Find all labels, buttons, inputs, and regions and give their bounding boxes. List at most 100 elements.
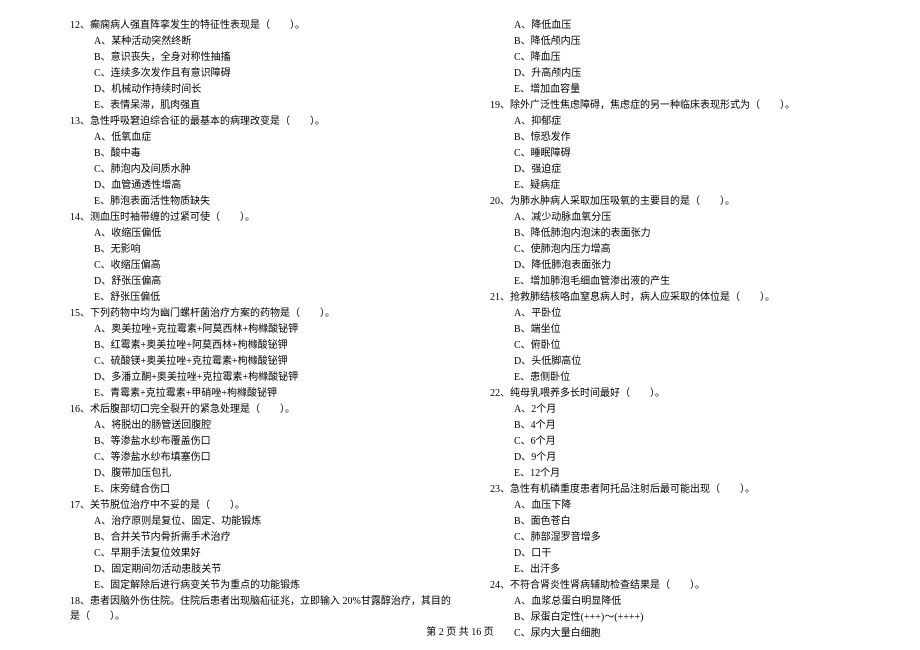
q18-opt-d: D、升高颅内压 — [514, 66, 880, 81]
q16-opt-a: A、将脱出的肠管送回腹腔 — [94, 418, 460, 433]
q19-opt-c: C、睡眠障碍 — [514, 146, 880, 161]
q22-opt-d: D、9个月 — [514, 450, 880, 465]
q19-opt-a: A、抑郁症 — [514, 114, 880, 129]
question-22: 22、纯母乳喂养多长时间最好（ ）。 A、2个月 B、4个月 C、6个月 D、9… — [490, 386, 880, 481]
q13-options: A、低氧血症 B、酸中毒 C、肺泡内及间质水肿 D、血管通透性增高 E、肺泡表面… — [70, 130, 460, 209]
q12-opt-c: C、连续多次发作且有意识障碍 — [94, 66, 460, 81]
q12-stem: 12、癫痫病人强直阵挛发生的特征性表现是（ ）。 — [70, 18, 460, 33]
q21-opt-d: D、头低脚高位 — [514, 354, 880, 369]
q21-opt-b: B、端坐位 — [514, 322, 880, 337]
left-column: 12、癫痫病人强直阵挛发生的特征性表现是（ ）。 A、某种活动突然终断 B、意识… — [70, 18, 480, 650]
q23-opt-e: E、出汗多 — [514, 562, 880, 577]
question-18-options: A、降低血压 B、降低颅内压 C、降血压 D、升高颅内压 E、增加血容量 — [490, 18, 880, 97]
q18-opt-a: A、降低血压 — [514, 18, 880, 33]
q17-opt-b: B、合并关节内骨折需手术治疗 — [94, 530, 460, 545]
q18-opt-e: E、增加血容量 — [514, 82, 880, 97]
q18-stem: 18、患者因脑外伤住院。住院后患者出现脑疝征兆，立即输入 20%甘露醇治疗，其目… — [70, 594, 460, 624]
q12-opt-e: E、表情呆滞，肌肉强直 — [94, 98, 460, 113]
q15-opt-e: E、青霉素+克拉霉素+甲硝唑+枸橼酸铋钾 — [94, 386, 460, 401]
q13-opt-c: C、肺泡内及间质水肿 — [94, 162, 460, 177]
q16-opt-b: B、等渗盐水纱布覆盖伤口 — [94, 434, 460, 449]
q14-opt-a: A、收缩压偏低 — [94, 226, 460, 241]
q19-opt-e: E、疑病症 — [514, 178, 880, 193]
q24-opt-a: A、血浆总蛋白明显降低 — [514, 594, 880, 609]
q15-options: A、奥美拉唑+克拉霉素+阿莫西林+枸橼酸铋钾 B、红霉素+奥美拉唑+阿莫西林+枸… — [70, 322, 460, 401]
q21-options: A、平卧位 B、端坐位 C、俯卧位 D、头低脚高位 E、患侧卧位 — [490, 306, 880, 385]
question-17: 17、关节脱位治疗中不妥的是（ ）。 A、治疗原则是复位、固定、功能锻炼 B、合… — [70, 498, 460, 593]
q23-opt-b: B、面色苍白 — [514, 514, 880, 529]
q14-stem: 14、测血压时袖带缠的过紧可使（ ）。 — [70, 210, 460, 225]
q16-opt-c: C、等渗盐水纱布填塞伤口 — [94, 450, 460, 465]
q20-opt-d: D、降低肺泡表面张力 — [514, 258, 880, 273]
q20-stem: 20、为肺水肿病人采取加压吸氧的主要目的是（ ）。 — [490, 194, 880, 209]
question-20: 20、为肺水肿病人采取加压吸氧的主要目的是（ ）。 A、减少动脉血氧分压 B、降… — [490, 194, 880, 289]
q14-opt-c: C、收缩压偏高 — [94, 258, 460, 273]
q15-opt-a: A、奥美拉唑+克拉霉素+阿莫西林+枸橼酸铋钾 — [94, 322, 460, 337]
q16-opt-e: E、床旁缝合伤口 — [94, 482, 460, 497]
q16-opt-d: D、腹带加压包扎 — [94, 466, 460, 481]
q18-opt-c: C、降血压 — [514, 50, 880, 65]
q14-opt-b: B、无影响 — [94, 242, 460, 257]
q17-options: A、治疗原则是复位、固定、功能锻炼 B、合并关节内骨折需手术治疗 C、早期手法复… — [70, 514, 460, 593]
q19-opt-d: D、强迫症 — [514, 162, 880, 177]
q19-options: A、抑郁症 B、惊恐发作 C、睡眠障碍 D、强迫症 E、疑病症 — [490, 114, 880, 193]
q21-stem: 21、抢救肺结核咯血窒息病人时，病人应采取的体位是（ ）。 — [490, 290, 880, 305]
q17-stem: 17、关节脱位治疗中不妥的是（ ）。 — [70, 498, 460, 513]
q18-options: A、降低血压 B、降低颅内压 C、降血压 D、升高颅内压 E、增加血容量 — [490, 18, 880, 97]
q14-opt-d: D、舒张压偏高 — [94, 274, 460, 289]
q23-stem: 23、急性有机磷重度患者阿托品注射后最可能出现（ ）。 — [490, 482, 880, 497]
right-column: A、降低血压 B、降低颅内压 C、降血压 D、升高颅内压 E、增加血容量 19、… — [480, 18, 880, 650]
q22-opt-a: A、2个月 — [514, 402, 880, 417]
q20-opt-a: A、减少动脉血氧分压 — [514, 210, 880, 225]
q23-opt-c: C、肺部湿罗音增多 — [514, 530, 880, 545]
question-12: 12、癫痫病人强直阵挛发生的特征性表现是（ ）。 A、某种活动突然终断 B、意识… — [70, 18, 460, 113]
q15-opt-b: B、红霉素+奥美拉唑+阿莫西林+枸橼酸铋钾 — [94, 338, 460, 353]
q20-opt-e: E、增加肺泡毛细血管渗出液的产生 — [514, 274, 880, 289]
q22-opt-e: E、12个月 — [514, 466, 880, 481]
q21-opt-c: C、俯卧位 — [514, 338, 880, 353]
q12-opt-a: A、某种活动突然终断 — [94, 34, 460, 49]
q13-opt-b: B、酸中毒 — [94, 146, 460, 161]
q22-opt-c: C、6个月 — [514, 434, 880, 449]
q15-opt-c: C、硫酸镁+奥美拉唑+克拉霉素+枸橼酸铋钾 — [94, 354, 460, 369]
q15-opt-d: D、多潘立酮+奥美拉唑+克拉霉素+枸橼酸铋钾 — [94, 370, 460, 385]
question-21: 21、抢救肺结核咯血窒息病人时，病人应采取的体位是（ ）。 A、平卧位 B、端坐… — [490, 290, 880, 385]
q23-opt-a: A、血压下降 — [514, 498, 880, 513]
question-16: 16、术后腹部切口完全裂开的紧急处理是（ ）。 A、将脱出的肠管送回腹腔 B、等… — [70, 402, 460, 497]
q17-opt-e: E、固定解除后进行病变关节为重点的功能锻炼 — [94, 578, 460, 593]
q21-opt-a: A、平卧位 — [514, 306, 880, 321]
q22-stem: 22、纯母乳喂养多长时间最好（ ）。 — [490, 386, 880, 401]
q13-stem: 13、急性呼吸窘迫综合征的最基本的病理改变是（ ）。 — [70, 114, 460, 129]
q16-options: A、将脱出的肠管送回腹腔 B、等渗盐水纱布覆盖伤口 C、等渗盐水纱布填塞伤口 D… — [70, 418, 460, 497]
q22-options: A、2个月 B、4个月 C、6个月 D、9个月 E、12个月 — [490, 402, 880, 481]
q17-opt-d: D、固定期间勿活动患肢关节 — [94, 562, 460, 577]
q23-options: A、血压下降 B、面色苍白 C、肺部湿罗音增多 D、口干 E、出汗多 — [490, 498, 880, 577]
question-15: 15、下列药物中均为幽门螺杆菌治疗方案的药物是（ ）。 A、奥美拉唑+克拉霉素+… — [70, 306, 460, 401]
q12-opt-b: B、意识丧失，全身对称性抽搐 — [94, 50, 460, 65]
q14-opt-e: E、舒张压偏低 — [94, 290, 460, 305]
q18-opt-b: B、降低颅内压 — [514, 34, 880, 49]
question-23: 23、急性有机磷重度患者阿托品注射后最可能出现（ ）。 A、血压下降 B、面色苍… — [490, 482, 880, 577]
question-19: 19、除外广泛性焦虑障碍，焦虑症的另一种临床表现形式为（ ）。 A、抑郁症 B、… — [490, 98, 880, 193]
q13-opt-a: A、低氧血症 — [94, 130, 460, 145]
q13-opt-d: D、血管通透性增高 — [94, 178, 460, 193]
q15-stem: 15、下列药物中均为幽门螺杆菌治疗方案的药物是（ ）。 — [70, 306, 460, 321]
q13-opt-e: E、肺泡表面活性物质缺失 — [94, 194, 460, 209]
q20-options: A、减少动脉血氧分压 B、降低肺泡内泡沫的表面张力 C、使肺泡内压力增高 D、降… — [490, 210, 880, 289]
q17-opt-c: C、早期手法复位效果好 — [94, 546, 460, 561]
q19-opt-b: B、惊恐发作 — [514, 130, 880, 145]
q22-opt-b: B、4个月 — [514, 418, 880, 433]
question-13: 13、急性呼吸窘迫综合征的最基本的病理改变是（ ）。 A、低氧血症 B、酸中毒 … — [70, 114, 460, 209]
q17-opt-a: A、治疗原则是复位、固定、功能锻炼 — [94, 514, 460, 529]
q20-opt-b: B、降低肺泡内泡沫的表面张力 — [514, 226, 880, 241]
q23-opt-d: D、口干 — [514, 546, 880, 561]
question-14: 14、测血压时袖带缠的过紧可使（ ）。 A、收缩压偏低 B、无影响 C、收缩压偏… — [70, 210, 460, 305]
q14-options: A、收缩压偏低 B、无影响 C、收缩压偏高 D、舒张压偏高 E、舒张压偏低 — [70, 226, 460, 305]
q16-stem: 16、术后腹部切口完全裂开的紧急处理是（ ）。 — [70, 402, 460, 417]
q24-stem: 24、不符合肾炎性肾病辅助检查结果是（ ）。 — [490, 578, 880, 593]
q12-options: A、某种活动突然终断 B、意识丧失，全身对称性抽搐 C、连续多次发作且有意识障碍… — [70, 34, 460, 113]
q21-opt-e: E、患侧卧位 — [514, 370, 880, 385]
q19-stem: 19、除外广泛性焦虑障碍，焦虑症的另一种临床表现形式为（ ）。 — [490, 98, 880, 113]
question-18: 18、患者因脑外伤住院。住院后患者出现脑疝征兆，立即输入 20%甘露醇治疗，其目… — [70, 594, 460, 624]
q12-opt-d: D、机械动作持续时间长 — [94, 82, 460, 97]
